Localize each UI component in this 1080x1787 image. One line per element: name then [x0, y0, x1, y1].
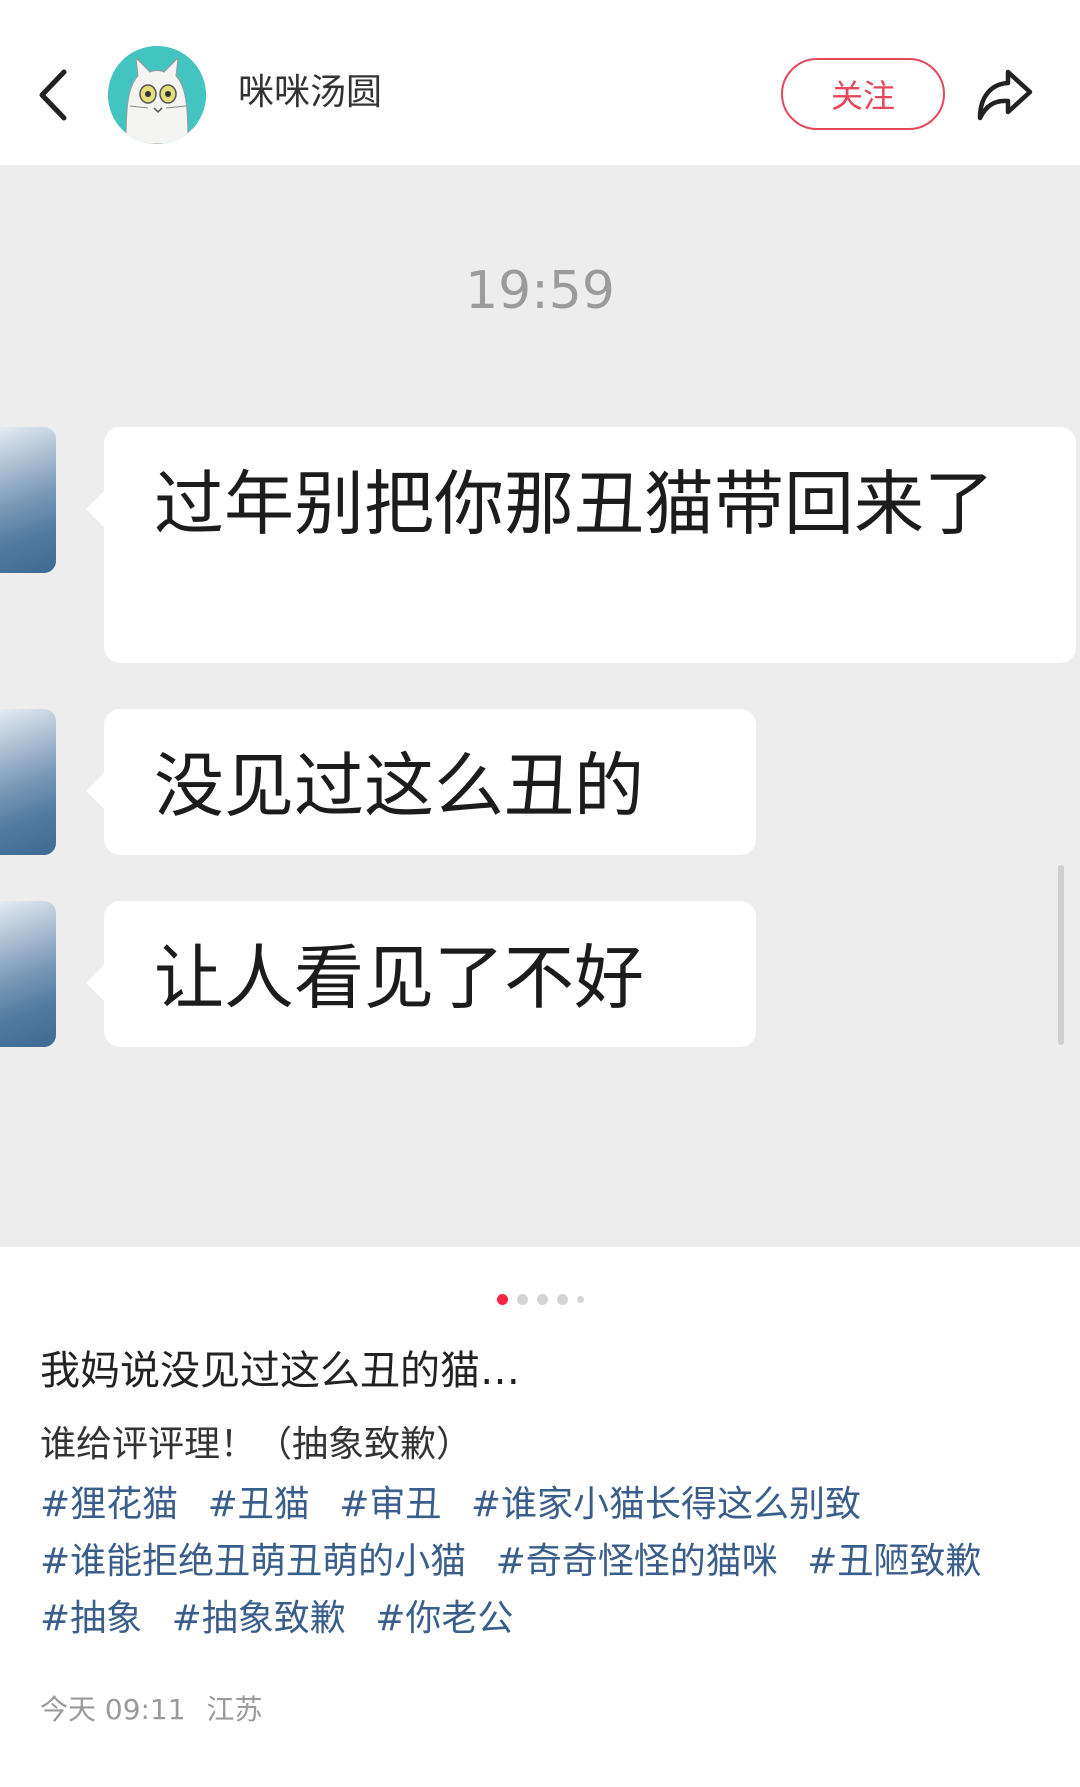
author-name[interactable]: 咪咪汤圆: [238, 70, 382, 116]
hashtag-link[interactable]: #审丑: [339, 1484, 441, 1525]
chat-scrollbar: [1058, 865, 1064, 1045]
chat-bubble: 过年别把你那丑猫带回来了: [86, 427, 1076, 663]
pager-dot[interactable]: [576, 1296, 584, 1303]
hashtag-link[interactable]: #抽象致歉: [172, 1598, 346, 1639]
share-icon[interactable]: [972, 62, 1036, 126]
hashtag-link[interactable]: #谁能拒绝丑萌丑萌的小猫: [40, 1541, 466, 1582]
hashtag-link[interactable]: #丑猫: [208, 1484, 310, 1525]
pager-dot-active[interactable]: [496, 1294, 508, 1305]
top-bar: 咪咪汤圆 关注: [0, 0, 1080, 165]
hashtag-link[interactable]: #抽象: [40, 1598, 142, 1639]
pager-dot[interactable]: [536, 1294, 548, 1305]
pager-dot[interactable]: [516, 1294, 528, 1305]
post-title: 我妈说没见过这么丑的猫…: [40, 1348, 520, 1394]
post-description: 谁给评评理！（抽象致歉）: [40, 1424, 473, 1465]
image-pager[interactable]: [0, 1294, 1080, 1305]
chat-bubble: 让人看见了不好: [86, 901, 756, 1047]
hashtag-link[interactable]: #谁家小猫长得这么别致: [471, 1484, 861, 1525]
sender-avatar: [0, 709, 56, 855]
post-location: 江苏: [206, 1693, 263, 1726]
follow-button[interactable]: 关注: [781, 58, 945, 130]
hashtag-link[interactable]: #奇奇怪怪的猫咪: [496, 1541, 778, 1582]
hashtag-link[interactable]: #丑陋致歉: [807, 1541, 981, 1582]
sender-avatar: [0, 427, 56, 573]
post-date: 今天 09:11: [40, 1693, 186, 1726]
author-avatar[interactable]: [108, 46, 206, 144]
pager-dot[interactable]: [556, 1294, 568, 1305]
post-image[interactable]: 19:59 过年别把你那丑猫带回来了 没见过这么丑的 让人看见了不好: [0, 165, 1080, 1247]
hashtag-link[interactable]: #你老公: [375, 1598, 513, 1639]
hashtag-link[interactable]: #狸花猫: [40, 1484, 178, 1525]
post-meta: 今天 09:11 江苏: [40, 1690, 275, 1730]
chat-bubble: 没见过这么丑的: [86, 709, 756, 855]
chat-timestamp: 19:59: [465, 261, 615, 321]
cat-drawing-icon: [108, 46, 206, 144]
post-tags: #狸花猫 #丑猫 #审丑 #谁家小猫长得这么别致 #谁能拒绝丑萌丑萌的小猫 #奇…: [40, 1476, 1050, 1647]
chevron-left-icon[interactable]: [30, 60, 80, 130]
sender-avatar: [0, 901, 56, 1047]
